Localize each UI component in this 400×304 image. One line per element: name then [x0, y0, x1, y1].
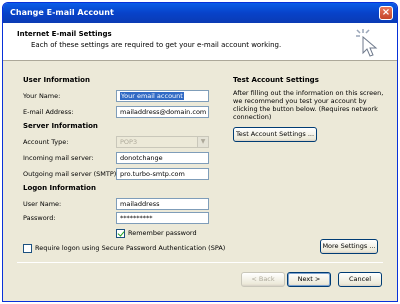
spa-checkbox[interactable] — [23, 244, 32, 253]
password-input[interactable]: ********** — [116, 212, 209, 224]
user-info-heading: User Information — [23, 76, 90, 84]
footer-divider — [17, 262, 383, 263]
remember-password-label: Remember password — [128, 229, 197, 237]
outgoing-server-input[interactable]: pro.turbo-smtp.com — [116, 168, 209, 180]
chevron-down-icon: ▼ — [197, 137, 208, 147]
back-button[interactable]: < Back — [241, 272, 285, 287]
cursor-click-icon — [356, 29, 378, 57]
your-name-value: Your email account — [120, 92, 184, 100]
change-email-account-dialog: Change E-mail Account × Internet E-mail … — [2, 2, 398, 302]
your-name-label: Your Name: — [23, 92, 61, 100]
account-type-label: Account Type: — [23, 138, 69, 146]
account-type-select: POP3 ▼ — [116, 136, 209, 148]
email-address-label: E-mail Address: — [23, 108, 74, 116]
next-button[interactable]: Next > — [287, 272, 331, 287]
test-settings-heading: Test Account Settings — [233, 76, 319, 84]
password-label: Password: — [23, 214, 56, 222]
user-name-input[interactable]: mailaddress — [116, 198, 209, 210]
test-account-settings-button[interactable]: Test Account Settings ... — [233, 127, 317, 142]
email-address-input[interactable]: mailaddress@domain.com — [116, 106, 209, 118]
outgoing-server-label: Outgoing mail server (SMTP): — [23, 170, 119, 178]
remember-password-checkbox[interactable] — [116, 229, 125, 238]
incoming-server-label: Incoming mail server: — [23, 154, 94, 162]
test-settings-description: After filling out the information on thi… — [233, 89, 384, 121]
dialog-header: Internet E-mail Settings Each of these s… — [3, 23, 397, 61]
window-title: Change E-mail Account — [10, 8, 114, 17]
user-name-label: User Name: — [23, 200, 62, 208]
header-subtitle: Each of these settings are required to g… — [31, 41, 282, 49]
more-settings-button[interactable]: More Settings ... — [320, 239, 378, 254]
header-title: Internet E-mail Settings — [17, 30, 112, 38]
logon-info-heading: Logon Information — [23, 184, 96, 192]
account-type-value: POP3 — [120, 138, 138, 146]
incoming-server-input[interactable]: donotchange — [116, 152, 209, 164]
cancel-button[interactable]: Cancel — [338, 272, 382, 287]
your-name-input[interactable]: Your email account — [116, 90, 209, 102]
title-bar: Change E-mail Account × — [3, 3, 397, 23]
spa-label: Require logon using Secure Password Auth… — [35, 244, 226, 252]
close-button[interactable]: × — [379, 6, 393, 20]
server-info-heading: Server Information — [23, 122, 98, 130]
